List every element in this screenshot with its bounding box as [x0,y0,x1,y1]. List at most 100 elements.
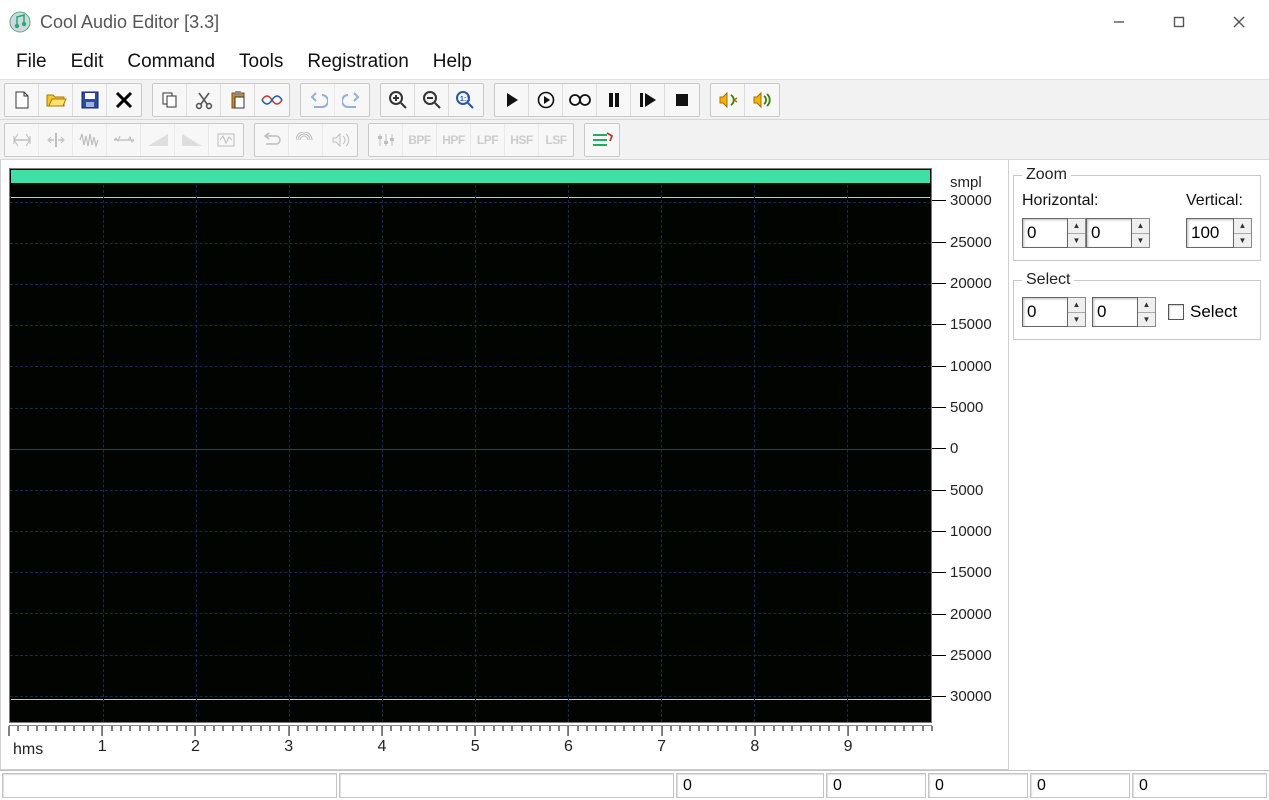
redo-button[interactable] [335,84,369,116]
time-unit-label: hms [13,741,43,759]
close-file-button[interactable] [107,84,141,116]
spinner-down-icon[interactable]: ▼ [1132,234,1149,248]
spinner-down-icon[interactable]: ▼ [1068,313,1085,327]
hsf-filter-button[interactable]: HSF [505,124,539,156]
menu-edit[interactable]: Edit [59,47,116,77]
open-file-button[interactable] [39,84,73,116]
play-looped-button[interactable] [529,84,563,116]
menu-bar: File Edit Command Tools Registration Hel… [0,44,1269,80]
lsf-filter-button[interactable]: LSF [539,124,573,156]
trim-button[interactable] [39,124,73,156]
spinner-down-icon[interactable]: ▼ [1138,313,1155,327]
status-bar: 0 0 0 0 0 [0,770,1269,800]
time-ruler: 123456789 hms [9,725,1004,765]
zoom-in-button[interactable] [381,84,415,116]
select-start-input[interactable] [1022,297,1068,327]
status-cell-3: 0 [676,773,824,798]
app-icon [8,10,32,34]
reverse-button[interactable] [255,124,289,156]
window-title: Cool Audio Editor [3.3] [40,12,219,33]
zoom-out-button[interactable] [415,84,449,116]
select-start-spinner[interactable]: ▲▼ [1022,297,1086,327]
select-groupbox: Select ▲▼ ▲▼ Select [1013,271,1261,340]
menu-help[interactable]: Help [421,47,484,77]
stretch-button[interactable] [5,124,39,156]
menu-registration[interactable]: Registration [295,47,420,77]
pause-button[interactable] [597,84,631,116]
undo-button[interactable] [301,84,335,116]
speaker-button[interactable] [745,84,779,116]
y-tick-label: 20000 [950,275,992,292]
y-tick-label: 30000 [950,192,992,209]
status-cell-6: 0 [1030,773,1130,798]
side-panel: Zoom Horizontal: ▲▼ ▲▼ [1009,160,1269,770]
save-button[interactable] [73,84,107,116]
menu-command[interactable]: Command [115,47,227,77]
minimize-button[interactable] [1089,0,1149,44]
x-tick-label: 1 [98,738,107,756]
spinner-up-icon[interactable]: ▲ [1138,298,1155,313]
select-checkbox[interactable]: Select [1168,302,1237,322]
y-tick-label: 20000 [950,606,992,623]
x-tick-label: 7 [657,738,666,756]
equalizer-button[interactable] [369,124,403,156]
y-tick-label: 15000 [950,564,992,581]
silence-button[interactable] [107,124,141,156]
mix-paste-button[interactable] [255,84,289,116]
paste-button[interactable] [221,84,255,116]
select-end-spinner[interactable]: ▲▼ [1092,297,1156,327]
menu-tools[interactable]: Tools [227,47,295,77]
bpf-filter-button[interactable]: BPF [403,124,437,156]
main-toolbar: 1:1 [0,80,1269,120]
copy-button[interactable] [153,84,187,116]
y-tick-label: 30000 [950,688,992,705]
spinner-down-icon[interactable]: ▼ [1234,234,1251,248]
new-file-button[interactable] [5,84,39,116]
play-button[interactable] [495,84,529,116]
zoom-horizontal-start-spinner[interactable]: ▲▼ [1022,218,1086,248]
close-window-button[interactable] [1209,0,1269,44]
y-tick-label: 25000 [950,647,992,664]
select-end-input[interactable] [1092,297,1138,327]
status-cell-2 [339,773,674,798]
zoom-horizontal-end-input[interactable] [1086,218,1132,248]
fade-in-button[interactable] [141,124,175,156]
maximize-button[interactable] [1149,0,1209,44]
spinner-up-icon[interactable]: ▲ [1068,298,1085,313]
play-to-end-button[interactable] [631,84,665,116]
menu-file[interactable]: File [4,47,59,77]
spinner-up-icon[interactable]: ▲ [1234,219,1251,234]
cut-button[interactable] [187,84,221,116]
x-tick-label: 6 [564,738,573,756]
normalize-button[interactable] [209,124,243,156]
spinner-up-icon[interactable]: ▲ [1068,219,1085,234]
y-tick-label: 25000 [950,234,992,251]
fade-out-button[interactable] [175,124,209,156]
waveform-canvas[interactable] [9,168,932,723]
waveform-overview-bar[interactable] [11,170,930,184]
zoom-horizontal-start-input[interactable] [1022,218,1068,248]
checkbox-box-icon[interactable] [1168,304,1184,320]
spinner-up-icon[interactable]: ▲ [1132,219,1149,234]
select-legend: Select [1022,271,1074,289]
spinner-down-icon[interactable]: ▼ [1068,234,1085,248]
effects-menu-button[interactable] [585,124,619,156]
loop-button[interactable] [563,84,597,116]
zoom-groupbox: Zoom Horizontal: ▲▼ ▲▼ [1013,166,1261,261]
zoom-vertical-label: Vertical: [1186,192,1252,210]
amplify-button[interactable] [323,124,357,156]
echo-button[interactable] [289,124,323,156]
zoom-selection-button[interactable]: 1:1 [449,84,483,116]
zoom-vertical-input[interactable] [1186,218,1234,248]
zoom-vertical-spinner[interactable]: ▲▼ [1186,218,1252,248]
hpf-filter-button[interactable]: HPF [437,124,471,156]
speaker-swap-button[interactable] [711,84,745,116]
lpf-filter-button[interactable]: LPF [471,124,505,156]
stop-button[interactable] [665,84,699,116]
zoom-legend: Zoom [1022,166,1071,184]
zoom-horizontal-end-spinner[interactable]: ▲▼ [1086,218,1150,248]
x-tick-label: 4 [377,738,386,756]
svg-text:1:1: 1:1 [460,96,470,103]
y-tick-label: 10000 [950,523,992,540]
noise-button[interactable] [73,124,107,156]
